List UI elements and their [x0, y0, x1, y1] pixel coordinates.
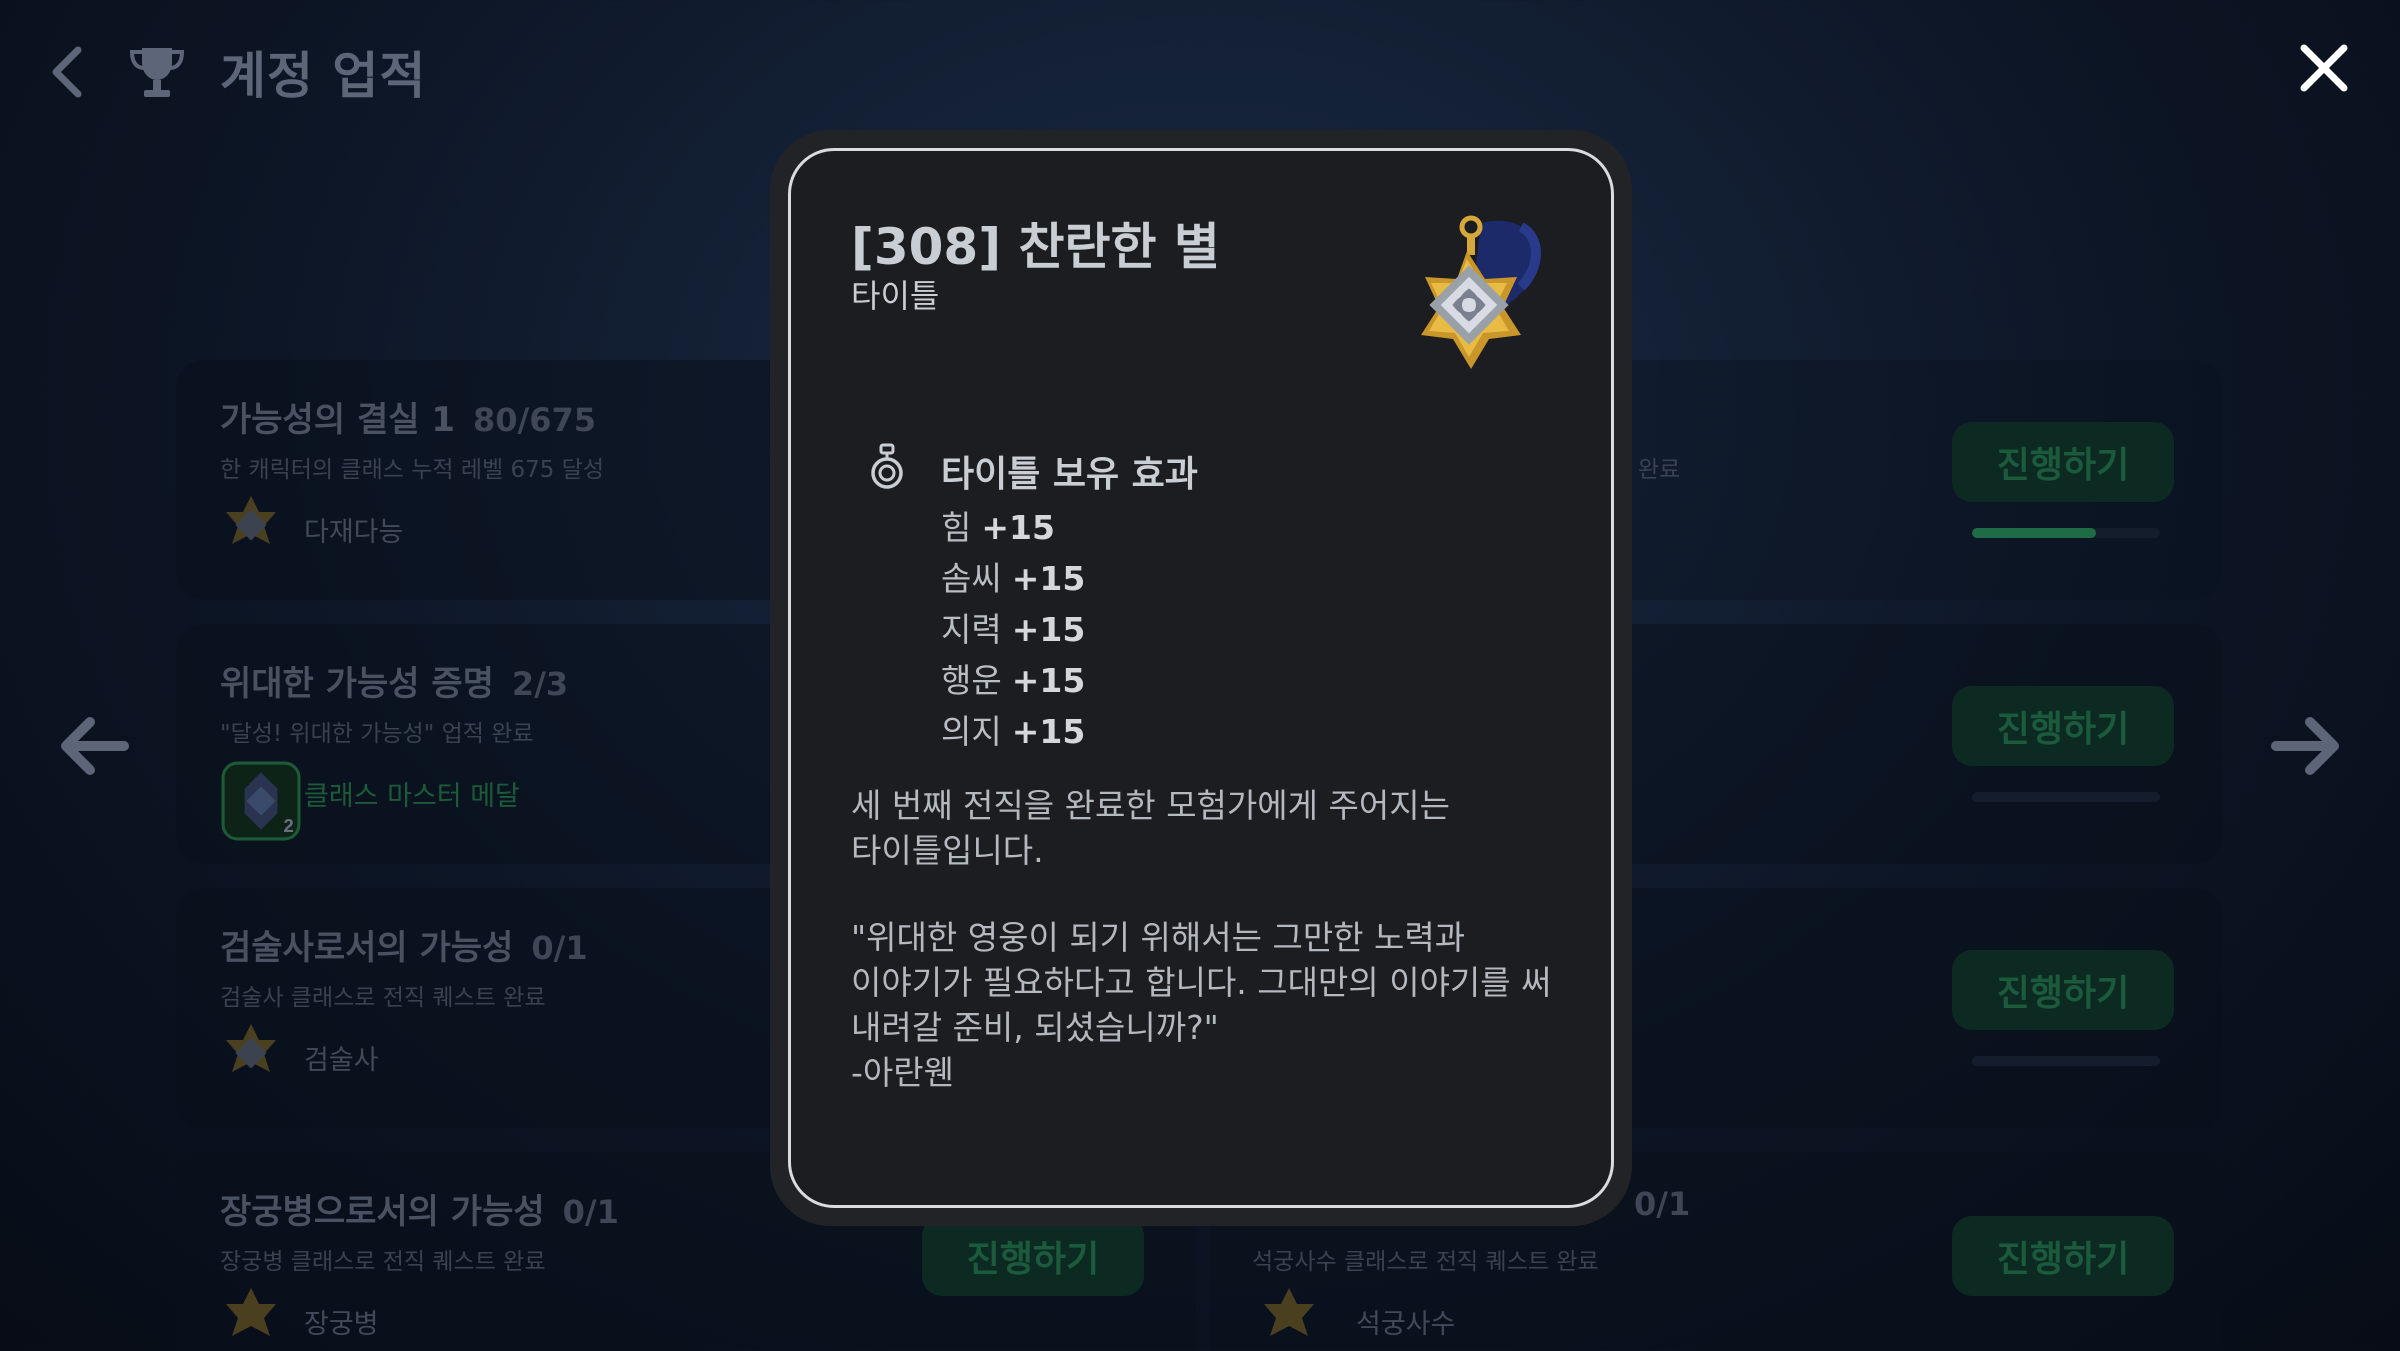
- medal-effect-icon: [871, 443, 903, 489]
- arrow-left-icon[interactable]: [60, 716, 130, 776]
- star-medal-icon: [226, 496, 276, 544]
- achievement-desc: 검술사 클래스로 전직 퀘스트 완료: [220, 985, 546, 1011]
- stat-value: +15: [1011, 559, 1086, 598]
- progress-bar-fill: [1972, 528, 2097, 538]
- stat-value: +15: [1011, 610, 1086, 649]
- page-title: 계정 업적: [220, 47, 427, 105]
- achievement-title: 위대한 가능성 증명 2/3: [220, 664, 569, 704]
- stat-name: 솜씨: [941, 559, 1002, 598]
- progress-bar: [1972, 792, 2160, 802]
- stat-name: 행운: [941, 661, 1002, 700]
- achievement-desc: 한 캐릭터의 클래스 누적 레벨 675 달성: [220, 457, 605, 483]
- class-master-medal-icon: 2: [221, 761, 301, 841]
- reward-label: 검술사: [304, 1045, 379, 1076]
- quote-line: 이야기가 필요하다고 합니다. 그대만의 이야기를 써: [851, 963, 1552, 1002]
- modal-description: 세 번째 전직을 완료한 모험가에게 주어지는 타이틀입니다. "위대한 영웅이…: [851, 783, 1571, 1095]
- effect-title: 타이틀 보유 효과: [941, 454, 1198, 495]
- reward-label: 석궁사수: [1356, 1309, 1456, 1340]
- go-button[interactable]: 진행하기: [922, 1216, 1144, 1296]
- stat-line: 의지 +15: [941, 705, 1085, 753]
- modal-card: [308] 찬란한 별 타이틀 타이틀 보유 효과 힘 +15 솜씨 +15 지력 +…: [788, 148, 1614, 1208]
- achievement-desc: 장궁병 클래스로 전직 퀘스트 완료: [220, 1249, 546, 1275]
- achievement-title: 장궁병으로서의 가능성 0/1: [220, 1192, 619, 1232]
- description-line: 타이틀입니다.: [851, 831, 1044, 870]
- svg-text:2: 2: [284, 815, 294, 836]
- achievement-desc: 석궁사수 클래스로 전직 퀘스트 완료: [1252, 1249, 1599, 1275]
- description-line: 세 번째 전직을 완료한 모험가에게 주어지는: [851, 786, 1450, 825]
- stat-value: +15: [1011, 661, 1086, 700]
- achievement-progress: 0/1: [531, 929, 588, 967]
- achievement-progress: 0/1: [562, 1193, 619, 1231]
- stat-name: 지력: [941, 610, 1002, 649]
- star-medal-icon: [226, 1024, 276, 1072]
- go-button[interactable]: 진행하기: [1952, 1216, 2174, 1296]
- reward-label: 클래스 마스터 메달: [304, 781, 520, 812]
- title-detail-modal: [308] 찬란한 별 타이틀 타이틀 보유 효과 힘 +15 솜씨 +15 지력 +…: [770, 130, 1632, 1226]
- stat-value: +15: [981, 508, 1055, 547]
- achievement-title: 검술사로서의 가능성 0/1: [220, 928, 588, 968]
- achievement-desc: "달성! 위대한 가능성" 업적 완료: [220, 721, 534, 747]
- go-button[interactable]: 진행하기: [1952, 950, 2174, 1030]
- achievement-progress: 0/1: [1634, 1185, 1691, 1223]
- achievement-progress: 2/3: [511, 665, 569, 703]
- quote-author: -아란웬: [851, 1053, 954, 1092]
- quote-line: 내려갈 준비, 되셨습니까?": [851, 1008, 1219, 1047]
- stat-line: 솜씨 +15: [941, 552, 1085, 600]
- header: 계정 업적: [0, 0, 2400, 140]
- stat-line: 힘 +15: [941, 501, 1055, 549]
- reward-label: 장궁병: [304, 1309, 379, 1340]
- arrow-right-icon[interactable]: [2270, 716, 2340, 776]
- go-button[interactable]: 진행하기: [1952, 422, 2174, 502]
- progress-bar: [1972, 528, 2160, 538]
- trophy-icon: [129, 48, 185, 97]
- modal-title: [308] 찬란한 별: [851, 218, 1220, 276]
- stat-line: 행운 +15: [941, 654, 1085, 702]
- stat-line: 지력 +15: [941, 603, 1085, 651]
- progress-bar: [1972, 1056, 2160, 1066]
- modal-subtitle: 타이틀: [851, 277, 940, 315]
- go-button[interactable]: 진행하기: [1952, 686, 2174, 766]
- chevron-left-icon[interactable]: [46, 44, 86, 100]
- star-medal-icon: [226, 1288, 276, 1336]
- reward-label: 다재다능: [304, 517, 404, 548]
- close-icon[interactable]: [2296, 40, 2352, 96]
- achievement-progress: 80/675: [473, 401, 597, 439]
- achievement-desc: 완료: [1638, 457, 1681, 483]
- quote-line: "위대한 영웅이 되기 위해서는 그만한 노력과: [851, 918, 1466, 957]
- star-medal-icon: [1421, 215, 1541, 369]
- achievement-title: 가능성의 결실 1 80/675: [220, 400, 597, 440]
- stat-name: 의지: [941, 712, 1002, 751]
- stat-name: 힘: [941, 508, 972, 547]
- star-medal-icon: [1264, 1288, 1314, 1336]
- stat-value: +15: [1011, 712, 1086, 751]
